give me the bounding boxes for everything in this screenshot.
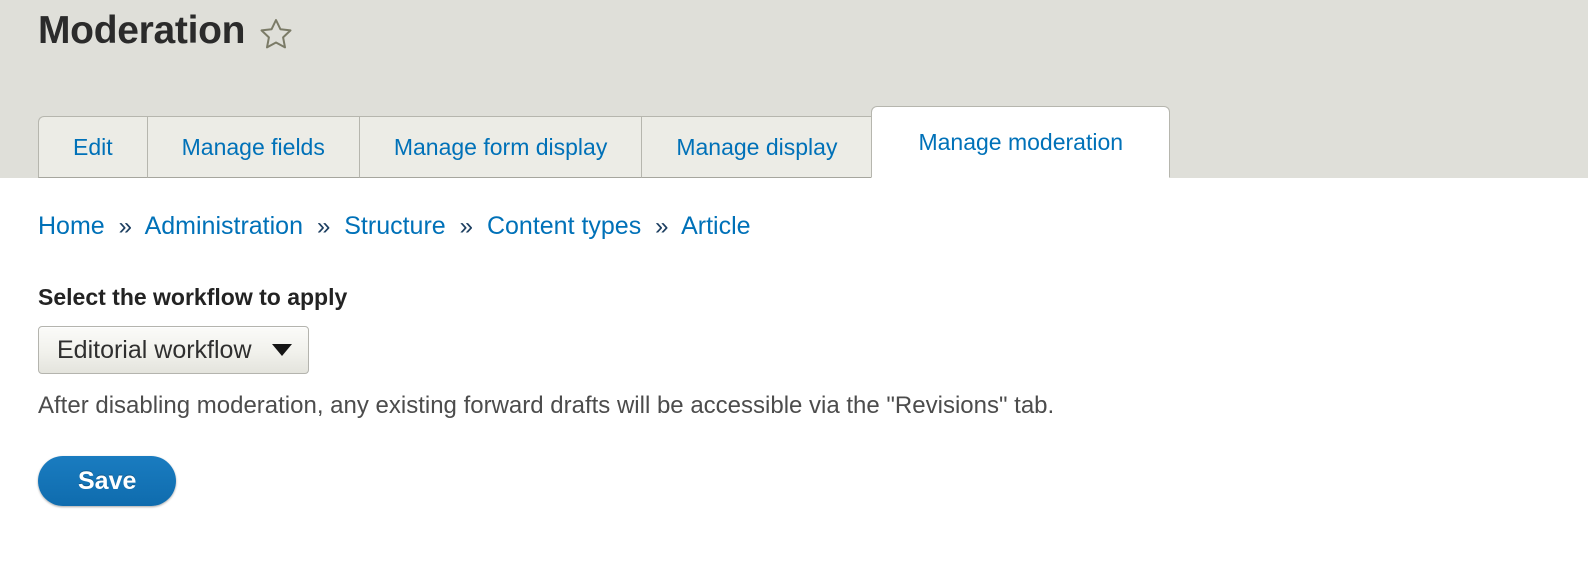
tab-manage-form-display-label: Manage form display xyxy=(393,133,608,160)
breadcrumb-separator: » xyxy=(655,213,669,240)
tab-manage-moderation-label: Manage moderation xyxy=(918,128,1124,155)
workflow-select-wrap: Editorial workflow xyxy=(38,326,309,374)
page-header: Moderation Edit Manage fields Manage for… xyxy=(0,0,1588,178)
breadcrumb-item-home[interactable]: Home xyxy=(38,212,105,240)
workflow-description: After disabling moderation, any existing… xyxy=(38,392,1055,419)
workflow-field-label: Select the workflow to apply xyxy=(38,284,348,310)
breadcrumb: Home » Administration » Structure » Cont… xyxy=(38,212,751,241)
breadcrumb-item-article[interactable]: Article xyxy=(681,212,750,240)
breadcrumb-item-content-types[interactable]: Content types xyxy=(487,212,641,240)
tab-manage-form-display[interactable]: Manage form display xyxy=(358,116,642,178)
breadcrumb-separator: » xyxy=(316,213,331,240)
breadcrumb-separator: » xyxy=(459,213,473,240)
tab-manage-moderation[interactable]: Manage moderation xyxy=(871,106,1171,178)
breadcrumb-separator: » xyxy=(118,213,132,240)
workflow-select[interactable]: Editorial workflow xyxy=(38,326,309,374)
page-title-row: Moderation xyxy=(38,9,293,53)
chevron-down-icon xyxy=(271,344,292,356)
tab-manage-fields-label: Manage fields xyxy=(181,133,325,160)
breadcrumb-item-administration[interactable]: Administration xyxy=(145,212,303,240)
tab-manage-fields[interactable]: Manage fields xyxy=(146,116,359,178)
content-area: Home » Administration » Structure » Cont… xyxy=(0,178,1588,564)
primary-tabs: Edit Manage fields Manage form display M… xyxy=(38,106,1171,178)
tab-edit[interactable]: Edit xyxy=(38,116,147,178)
tab-edit-label: Edit xyxy=(73,133,113,160)
star-outline-icon[interactable] xyxy=(259,17,293,51)
workflow-select-value: Editorial workflow xyxy=(57,335,252,364)
tab-manage-display-label: Manage display xyxy=(676,133,838,160)
save-button[interactable]: Save xyxy=(38,456,177,506)
breadcrumb-item-structure[interactable]: Structure xyxy=(344,212,445,240)
tab-manage-display[interactable]: Manage display xyxy=(641,116,873,178)
page-title: Moderation xyxy=(38,9,246,52)
